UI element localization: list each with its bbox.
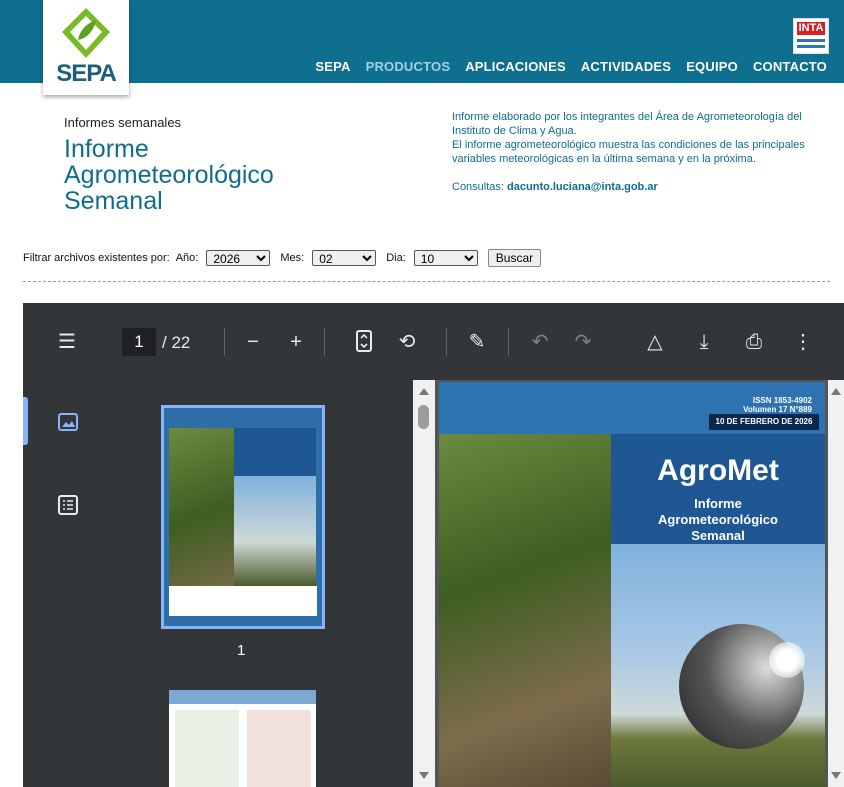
- sidebar-scrollbar[interactable]: [413, 380, 435, 787]
- page-scrollbar[interactable]: [828, 380, 844, 787]
- thumbnail-photo: [169, 428, 234, 603]
- day-select[interactable]: 10: [413, 250, 478, 266]
- leaf-logo-icon: [62, 8, 110, 58]
- redo-icon[interactable]: ↷: [571, 330, 595, 354]
- scrollbar-thumb[interactable]: [418, 405, 429, 429]
- toolbar-divider: [508, 328, 509, 356]
- zoom-out-icon[interactable]: −: [241, 330, 265, 354]
- pdf-viewer: ☰ 1 / 22 − + ⟲ ✎ ↶ ↷ △ ⤓ ⎙ ⋮ 1 ISSN 1853…: [23, 303, 844, 787]
- year-select[interactable]: 2026: [206, 250, 271, 266]
- toolbar-divider: [324, 328, 325, 356]
- nav-item-actividades[interactable]: ACTIVIDADES: [581, 59, 671, 74]
- main-nav: SEPA PRODUCTOS APLICACIONES ACTIVIDADES …: [315, 59, 827, 74]
- file-filter: Filtrar archivos existentes por: Año: 20…: [23, 249, 542, 267]
- drive-icon[interactable]: △: [643, 330, 667, 354]
- nav-item-aplicaciones[interactable]: APLICACIONES: [465, 59, 566, 74]
- annotate-icon[interactable]: ✎: [465, 330, 489, 354]
- description-text: Informe elaborado por los integrantes de…: [452, 111, 802, 137]
- logo-text: SEPA: [56, 60, 117, 87]
- inta-logo[interactable]: INTA: [793, 18, 829, 54]
- thumbnail-footer: [169, 586, 317, 616]
- day-label: Dia:: [386, 252, 406, 264]
- description: Informe elaborado por los integrantes de…: [452, 110, 822, 194]
- scroll-down-icon[interactable]: [831, 772, 841, 779]
- more-icon[interactable]: ⋮: [791, 330, 815, 354]
- filter-label: Filtrar archivos existentes por:: [23, 252, 170, 264]
- thumbnail-map: [247, 710, 311, 787]
- title-line: Semanal: [64, 187, 163, 215]
- scroll-down-icon[interactable]: [419, 772, 429, 779]
- page-total: / 22: [162, 333, 191, 352]
- cover-subtitle-line: Informe: [694, 496, 742, 511]
- inta-stripe: [797, 39, 825, 42]
- description-text: El informe agrometeorológico muestra las…: [452, 139, 805, 165]
- nav-item-productos[interactable]: PRODUCTOS: [366, 59, 451, 74]
- nav-item-sepa[interactable]: SEPA: [315, 59, 350, 74]
- inta-logo-text: INTA: [797, 22, 825, 35]
- cover-subtitle-line: Semanal: [691, 528, 745, 543]
- zoom-in-icon[interactable]: +: [284, 330, 308, 354]
- contact-label: Consultas:: [452, 181, 504, 193]
- issn-text: ISSN 1853-4902: [752, 396, 812, 405]
- page-thumbnail[interactable]: [161, 405, 325, 629]
- cover-subtitle: Informe Agrometeorológico Semanal: [611, 496, 825, 544]
- cover-subtitle-line: Agrometeorológico: [658, 512, 778, 527]
- scroll-up-icon[interactable]: [419, 388, 429, 395]
- pdf-toolbar: ☰ 1 / 22 − + ⟲ ✎ ↶ ↷ △ ⤓ ⎙ ⋮: [23, 303, 844, 380]
- page-title: Informe Agrometeorológico Semanal: [64, 136, 324, 214]
- thumbnail-sidebar: 1: [23, 380, 413, 787]
- toolbar-divider: [446, 328, 447, 356]
- cover-title: AgroMet: [657, 454, 779, 487]
- print-icon[interactable]: ⎙: [742, 330, 766, 354]
- contact-line: Consultas: dacunto.luciana@inta.gob.ar: [452, 180, 822, 194]
- contact-email-link[interactable]: dacunto.luciana@inta.gob.ar: [507, 181, 658, 193]
- thumbnail-map: [175, 710, 239, 787]
- outline-icon[interactable]: [58, 495, 78, 520]
- cover-date: 10 DE FEBRERO DE 2026: [709, 414, 819, 430]
- fit-page-icon[interactable]: [352, 330, 376, 354]
- section-subtitle: Informes semanales: [64, 115, 182, 130]
- thumbnails-icon[interactable]: [58, 413, 78, 436]
- volume-text: Volumen 17 N°889: [743, 405, 812, 414]
- scroll-up-icon[interactable]: [831, 388, 841, 395]
- undo-icon[interactable]: ↶: [528, 330, 552, 354]
- rotate-icon[interactable]: ⟲: [395, 330, 419, 354]
- title-line: Agrometeorológico: [64, 161, 274, 189]
- nav-item-equipo[interactable]: EQUIPO: [686, 59, 738, 74]
- thumbnail-header: [169, 690, 316, 704]
- download-icon[interactable]: ⤓: [692, 330, 716, 354]
- corn-photo: [439, 434, 611, 787]
- year-label: Año:: [175, 252, 199, 264]
- page-number-input[interactable]: 1: [122, 328, 156, 356]
- sun-flare: [769, 642, 805, 678]
- top-header: SEPA INTA SEPA PRODUCTOS APLICACIONES AC…: [0, 0, 844, 95]
- nav-item-contacto[interactable]: CONTACTO: [753, 59, 827, 74]
- search-button[interactable]: Buscar: [487, 249, 542, 267]
- thumbnail-title-box: [234, 428, 316, 476]
- active-indicator: [23, 397, 28, 445]
- pdf-page-cover: ISSN 1853-4902 Volumen 17 N°889 10 DE FE…: [439, 382, 825, 787]
- page-thumbnail[interactable]: [169, 690, 316, 787]
- month-label: Mes:: [280, 252, 305, 264]
- divider: [23, 281, 830, 282]
- title-line: Informe: [64, 135, 149, 163]
- month-select[interactable]: 02: [312, 250, 377, 266]
- toolbar-divider: [224, 328, 225, 356]
- sepa-logo[interactable]: SEPA: [43, 0, 129, 95]
- thumbnail-sky: [234, 476, 316, 586]
- issn-info: ISSN 1853-4902 Volumen 17 N°889: [743, 396, 812, 414]
- thumbnail-page-label: 1: [237, 642, 246, 659]
- inta-stripe: [797, 45, 825, 48]
- menu-icon[interactable]: ☰: [55, 330, 79, 354]
